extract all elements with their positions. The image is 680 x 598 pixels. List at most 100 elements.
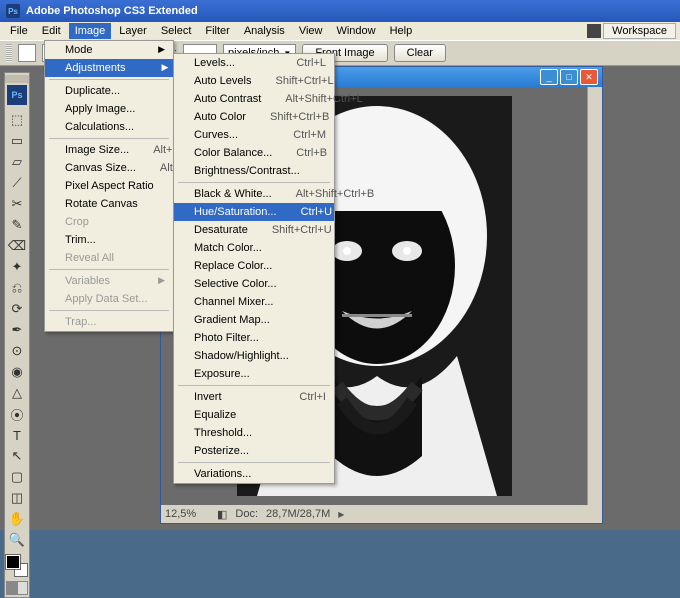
tool-1[interactable]: ▭ xyxy=(6,131,28,151)
menu-analysis[interactable]: Analysis xyxy=(238,23,291,39)
menu-item-auto-color[interactable]: Auto ColorShift+Ctrl+B xyxy=(174,108,334,126)
tool-14[interactable]: ⦿ xyxy=(6,404,28,424)
clear-button[interactable]: Clear xyxy=(394,44,446,62)
menu-image[interactable]: Image xyxy=(69,23,112,39)
menu-item-auto-levels[interactable]: Auto LevelsShift+Ctrl+L xyxy=(174,72,334,90)
maximize-button[interactable]: □ xyxy=(560,69,578,85)
toolbox: Ps ⬚▭▱⟋✂✎⌫✦⎌⟳✒⊙◉△⦿T↖▢◫✋🔍 xyxy=(4,72,30,598)
tool-3[interactable]: ⟋ xyxy=(6,173,28,193)
workspace-button[interactable]: Workspace xyxy=(603,23,676,39)
tool-4[interactable]: ✂ xyxy=(6,194,28,214)
status-icon[interactable]: ◧ xyxy=(217,508,227,521)
menu-item-hue-saturation---[interactable]: Hue/Saturation...Ctrl+U xyxy=(174,203,334,221)
tool-13[interactable]: △ xyxy=(6,383,28,403)
menu-item-calculations---[interactable]: Calculations... xyxy=(45,118,173,136)
menu-item-curves---[interactable]: Curves...Ctrl+M xyxy=(174,126,334,144)
menu-item-exposure---[interactable]: Exposure... xyxy=(174,365,334,383)
tool-5[interactable]: ✎ xyxy=(6,215,28,235)
menu-filter[interactable]: Filter xyxy=(199,23,235,39)
tool-9[interactable]: ⟳ xyxy=(6,299,28,319)
menu-item-apply-image---[interactable]: Apply Image... xyxy=(45,100,173,118)
workspace-icon xyxy=(587,24,601,38)
menu-select[interactable]: Select xyxy=(155,23,198,39)
menu-item-adjustments[interactable]: Adjustments▶ xyxy=(45,59,173,77)
menu-item-rotate-canvas[interactable]: Rotate Canvas▶ xyxy=(45,195,173,213)
tool-2[interactable]: ▱ xyxy=(6,152,28,172)
scrollbar-corner xyxy=(587,505,602,523)
menu-item-selective-color---[interactable]: Selective Color... xyxy=(174,275,334,293)
menu-item-equalize[interactable]: Equalize xyxy=(174,406,334,424)
menu-label: Levels... xyxy=(194,57,235,69)
crop-tool-preset[interactable] xyxy=(18,44,36,62)
vertical-scrollbar[interactable] xyxy=(587,87,602,505)
menu-label: Photo Filter... xyxy=(194,332,259,344)
menu-item-mode[interactable]: Mode▶ xyxy=(45,41,173,59)
menu-item-levels---[interactable]: Levels...Ctrl+L xyxy=(174,54,334,72)
menu-item-replace-color---[interactable]: Replace Color... xyxy=(174,257,334,275)
tool-15[interactable]: T xyxy=(6,425,28,445)
image-menu-dropdown: Mode▶Adjustments▶ Duplicate... Apply Image… xyxy=(44,40,174,332)
ps-logo-icon: Ps xyxy=(7,85,27,105)
app-title-bar: Ps Adobe Photoshop CS3 Extended xyxy=(0,0,680,22)
tool-11[interactable]: ⊙ xyxy=(6,341,28,361)
color-swatches[interactable] xyxy=(6,555,28,577)
menu-item-image-size---[interactable]: Image Size...Alt+Ctrl+I xyxy=(45,141,173,159)
menu-label: Trap... xyxy=(65,316,96,328)
menu-item-gradient-map---[interactable]: Gradient Map... xyxy=(174,311,334,329)
toolbox-grip[interactable] xyxy=(5,75,29,83)
menu-item-brightness-contrast---[interactable]: Brightness/Contrast... xyxy=(174,162,334,180)
menu-label: Image Size... xyxy=(65,144,129,156)
menu-item-black---white---[interactable]: Black & White...Alt+Shift+Ctrl+B xyxy=(174,185,334,203)
menu-item-desaturate[interactable]: DesaturateShift+Ctrl+U xyxy=(174,221,334,239)
close-button[interactable]: ✕ xyxy=(580,69,598,85)
tool-10[interactable]: ✒ xyxy=(6,320,28,340)
menu-window[interactable]: Window xyxy=(330,23,381,39)
menu-item-trim---[interactable]: Trim... xyxy=(45,231,173,249)
menu-label: Hue/Saturation... xyxy=(194,206,277,218)
chevron-right-icon[interactable]: ▶ xyxy=(338,510,344,519)
menu-label: Auto Levels xyxy=(194,75,251,87)
tool-20[interactable]: 🔍 xyxy=(6,530,28,550)
menu-item-variations---[interactable]: Variations... xyxy=(174,465,334,483)
menu-layer[interactable]: Layer xyxy=(113,23,153,39)
tool-0[interactable]: ⬚ xyxy=(6,110,28,130)
menu-item-channel-mixer---[interactable]: Channel Mixer... xyxy=(174,293,334,311)
menu-view[interactable]: View xyxy=(293,23,329,39)
menu-item-pixel-aspect-ratio[interactable]: Pixel Aspect Ratio▶ xyxy=(45,177,173,195)
chevron-right-icon: ▶ xyxy=(158,275,165,287)
menu-item-photo-filter---[interactable]: Photo Filter... xyxy=(174,329,334,347)
menu-help[interactable]: Help xyxy=(384,23,419,39)
shortcut: Ctrl+B xyxy=(296,147,327,159)
tool-12[interactable]: ◉ xyxy=(6,362,28,382)
tool-18[interactable]: ◫ xyxy=(6,488,28,508)
menu-label: Calculations... xyxy=(65,121,134,133)
menu-label: Desaturate xyxy=(194,224,248,236)
tool-17[interactable]: ▢ xyxy=(6,467,28,487)
separator xyxy=(178,385,330,386)
menu-item-auto-contrast[interactable]: Auto ContrastAlt+Shift+Ctrl+L xyxy=(174,90,334,108)
menu-label: Apply Image... xyxy=(65,103,135,115)
menu-item-duplicate---[interactable]: Duplicate... xyxy=(45,82,173,100)
menu-item-invert[interactable]: InvertCtrl+I xyxy=(174,388,334,406)
tool-16[interactable]: ↖ xyxy=(6,446,28,466)
menu-item-threshold---[interactable]: Threshold... xyxy=(174,424,334,442)
zoom-level[interactable]: 12,5% xyxy=(165,508,209,520)
menu-item-match-color---[interactable]: Match Color... xyxy=(174,239,334,257)
separator xyxy=(49,138,169,139)
menu-item-color-balance---[interactable]: Color Balance...Ctrl+B xyxy=(174,144,334,162)
menu-edit[interactable]: Edit xyxy=(36,23,67,39)
menu-item-shadow-highlight---[interactable]: Shadow/Highlight... xyxy=(174,347,334,365)
menu-file[interactable]: File xyxy=(4,23,34,39)
quick-mask-toggle[interactable] xyxy=(6,581,28,595)
menu-item-canvas-size---[interactable]: Canvas Size...Alt+Ctrl+C xyxy=(45,159,173,177)
menu-label: Duplicate... xyxy=(65,85,120,97)
shortcut: Alt+Shift+Ctrl+B xyxy=(296,188,375,200)
foreground-color[interactable] xyxy=(6,555,20,569)
tool-19[interactable]: ✋ xyxy=(6,509,28,529)
tool-6[interactable]: ⌫ xyxy=(6,236,28,256)
minimize-button[interactable]: _ xyxy=(540,69,558,85)
menu-item-posterize---[interactable]: Posterize... xyxy=(174,442,334,460)
grip-icon[interactable] xyxy=(6,44,12,62)
tool-8[interactable]: ⎌ xyxy=(6,278,28,298)
tool-7[interactable]: ✦ xyxy=(6,257,28,277)
